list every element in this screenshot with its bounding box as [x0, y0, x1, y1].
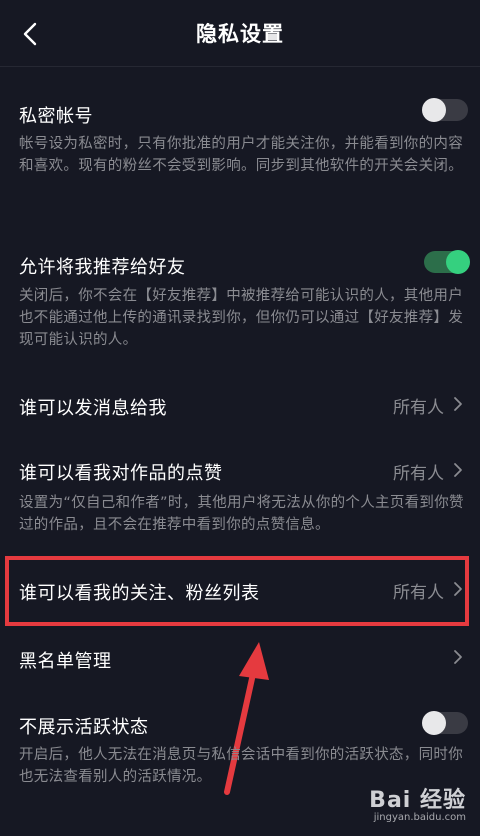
activity-status-toggle[interactable]: [422, 711, 468, 735]
private-account-label: 私密帐号: [19, 106, 93, 127]
blacklist-label: 黑名单管理: [19, 651, 112, 672]
private-account-toggle[interactable]: [422, 98, 468, 122]
private-account-row: 私密帐号 帐号设为私密时，只有你批准的用户才能关注你，并能看到你的内容和喜欢。现…: [0, 66, 480, 216]
private-account-desc: 帐号设为私密时，只有你批准的用户才能关注你，并能看到你的内容和喜欢。现有的粉丝不…: [19, 136, 463, 174]
likes-visibility-row[interactable]: 谁可以看我对作品的点赞 所有人 设置为“仅自己和作者”时，其他用户将无法从你的个…: [0, 446, 480, 551]
activity-status-label: 不展示活跃状态: [19, 717, 149, 738]
chevron-right-icon: [454, 650, 462, 664]
likes-visibility-label: 谁可以看我对作品的点赞: [19, 463, 223, 484]
recommend-friends-desc: 关闭后，你不会在【好友推荐】中被推荐给可能认识的人，其他用户也不能通过他上传的通…: [19, 288, 463, 348]
baidu-jingyan-watermark: Bai 经验 jingyan.baidu.com: [369, 782, 466, 823]
watermark-logo: Bai 经验: [369, 788, 466, 813]
toggle-knob: [422, 711, 446, 735]
toggle-knob: [422, 98, 446, 122]
message-me-row[interactable]: 谁可以发消息给我 所有人: [0, 376, 480, 436]
likes-visibility-desc: 设置为“仅自己和作者”时，其他用户将无法从你的个人主页看到你赞过的作品，且不会在…: [19, 495, 464, 533]
watermark-url: jingyan.baidu.com: [373, 812, 466, 823]
recommend-friends-label: 允许将我推荐给好友: [19, 257, 186, 278]
chevron-right-icon: [454, 397, 462, 411]
highlight-box: [5, 556, 469, 626]
message-me-value: 所有人: [393, 398, 444, 418]
recommend-friends-row: 允许将我推荐给好友 关闭后，你不会在【好友推荐】中被推荐给可能认识的人，其他用户…: [0, 216, 480, 376]
message-me-label: 谁可以发消息给我: [19, 398, 167, 419]
page-title: 隐私设置: [196, 22, 284, 46]
recommend-friends-toggle[interactable]: [424, 250, 470, 274]
activity-status-row: 不展示活跃状态 开启后，他人无法在消息页与私信会话中看到你的活跃状态，同时你也无…: [0, 686, 480, 796]
toggle-knob: [446, 250, 470, 274]
top-bar: 隐私设置: [0, 0, 480, 67]
chevron-right-icon: [454, 463, 462, 477]
likes-visibility-value: 所有人: [393, 464, 444, 484]
